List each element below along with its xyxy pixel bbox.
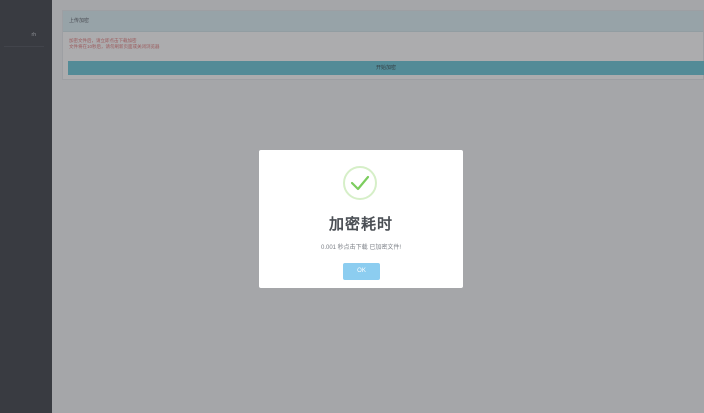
dialog-message: 0.001 秒点击下载 已加密文件! — [320, 245, 402, 251]
dialog-title: 加密耗时 — [328, 216, 393, 233]
result-dialog: 加密耗时 0.001 秒点击下载 已加密文件! OK — [259, 150, 463, 288]
ok-button[interactable]: OK — [343, 263, 380, 280]
checkmark-icon — [343, 166, 377, 200]
